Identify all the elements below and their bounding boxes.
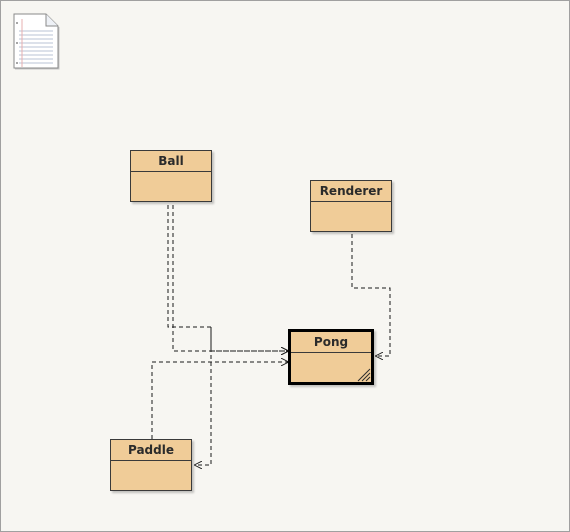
dependency-connectors [151,205,391,531]
class-box-pong[interactable]: Pong [288,329,374,385]
class-box-ball[interactable]: Ball [130,150,212,202]
connector-ball-pong-b[interactable] [172,205,288,351]
class-box-renderer[interactable]: Renderer [310,180,392,232]
class-name: Pong [291,332,371,353]
class-name: Ball [131,151,211,172]
connector-paddle-pong[interactable] [151,362,288,439]
diagram-canvas[interactable]: Ball Renderer Pong Paddle [0,0,570,532]
class-name: Renderer [311,181,391,202]
resize-grip-icon[interactable] [355,366,371,382]
connector-ball-paddle[interactable] [195,327,212,465]
class-box-paddle[interactable]: Paddle [110,439,192,491]
connector-ball-pong-a[interactable] [167,205,288,351]
class-name: Paddle [111,440,191,461]
